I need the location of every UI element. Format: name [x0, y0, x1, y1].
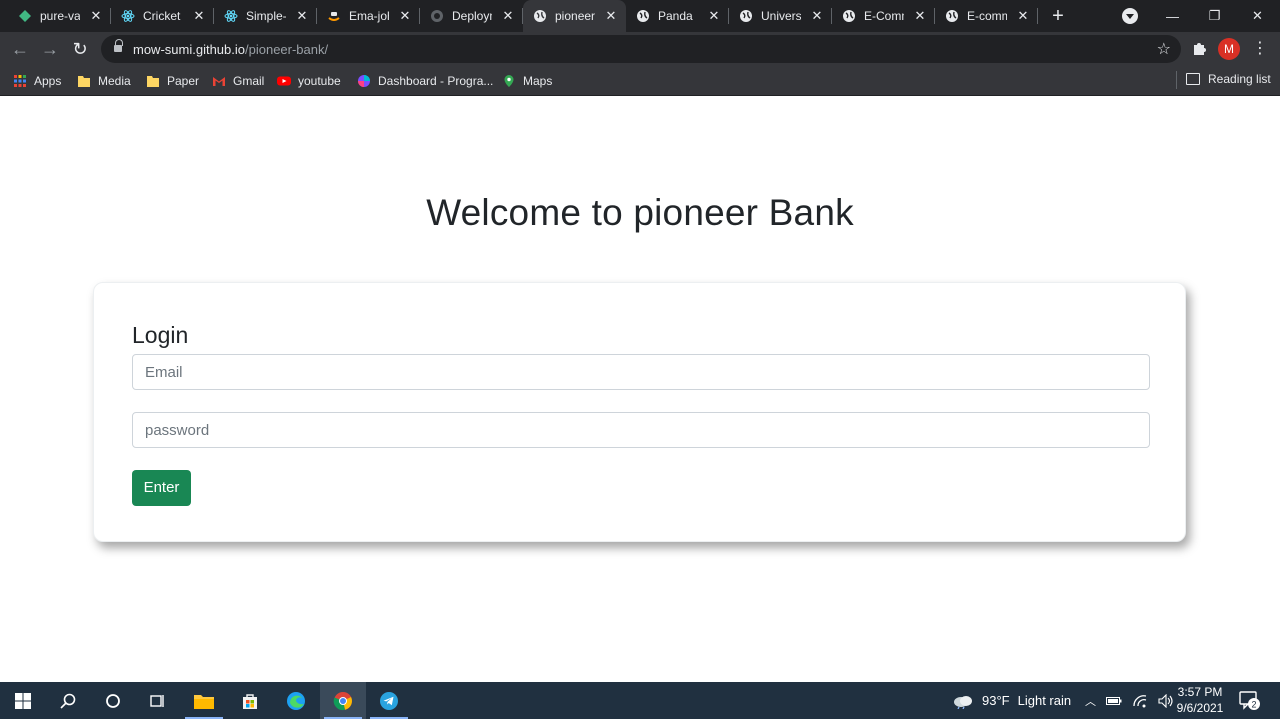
- github-icon: [430, 9, 444, 23]
- battery-icon[interactable]: [1106, 695, 1122, 707]
- page-title: Welcome to pioneer Bank: [426, 192, 854, 233]
- tab-e-commerce-2[interactable]: E-comm ✕: [935, 0, 1038, 32]
- restore-button[interactable]: ❐: [1192, 0, 1237, 32]
- bookmark-dashboard[interactable]: Dashboard - Progra...: [357, 72, 493, 90]
- telegram-icon[interactable]: [366, 682, 412, 719]
- search-icon[interactable]: [45, 682, 91, 719]
- close-tab-icon[interactable]: ✕: [913, 9, 927, 23]
- notification-center-icon[interactable]: 2: [1238, 690, 1260, 710]
- task-view-icon[interactable]: [135, 682, 181, 719]
- reading-list-icon: [1186, 73, 1200, 85]
- globe-icon: [739, 9, 753, 23]
- close-tab-icon[interactable]: ✕: [89, 9, 103, 23]
- folder-icon: [78, 76, 90, 87]
- enter-button[interactable]: Enter: [132, 470, 191, 506]
- close-tab-icon[interactable]: ✕: [192, 9, 206, 23]
- microsoft-store-icon[interactable]: [227, 682, 273, 719]
- lock-icon[interactable]: [114, 39, 123, 53]
- clock-time: 3:57 PM: [1177, 685, 1223, 699]
- bookmark-paper[interactable]: Paper: [146, 72, 199, 90]
- browser-toolbar: ← → ↻ mow-sumi.github.io/pioneer-bank/ ☆: [0, 32, 1280, 66]
- tab-pioneer[interactable]: pioneer ✕: [523, 0, 626, 32]
- login-card: Login Enter: [93, 282, 1186, 542]
- page-content: Welcome to pioneer Bank Login Enter: [0, 96, 1280, 682]
- bookmarks-bar: Apps Media Paper Gmail youtube Dashboard…: [0, 66, 1280, 96]
- tab-deployment[interactable]: Deploym ✕: [420, 0, 523, 32]
- reading-list-button[interactable]: Reading list: [1186, 72, 1271, 86]
- weather-text: Light rain: [1017, 693, 1072, 708]
- close-tab-icon[interactable]: ✕: [398, 9, 412, 23]
- weather-temp: 93°F: [982, 693, 1010, 708]
- close-tab-icon[interactable]: ✕: [707, 9, 721, 23]
- password-field[interactable]: [132, 412, 1150, 448]
- edge-icon[interactable]: [273, 682, 319, 719]
- tab-strip: pure-val ✕ Cricket T ✕ Simple-F ✕ Ema-jo…: [0, 0, 1280, 32]
- weather-widget[interactable]: 93°F Light rain: [952, 682, 1071, 719]
- globe-icon: [533, 9, 547, 23]
- folder-icon: [147, 76, 159, 87]
- globe-icon: [945, 9, 959, 23]
- amazon-icon: [327, 9, 341, 23]
- vue-icon: [18, 9, 32, 23]
- chrome-icon[interactable]: [320, 682, 366, 719]
- address-bar[interactable]: mow-sumi.github.io/pioneer-bank/ ☆: [101, 35, 1181, 63]
- close-tab-icon[interactable]: ✕: [1016, 9, 1030, 23]
- tab-university[interactable]: Universit ✕: [729, 0, 832, 32]
- kebab-menu-icon[interactable]: ⋮: [1252, 38, 1268, 60]
- maps-icon: [504, 75, 514, 87]
- reload-icon[interactable]: ↻: [69, 38, 91, 60]
- bookmark-maps[interactable]: Maps: [502, 72, 552, 90]
- minimize-button[interactable]: —: [1150, 0, 1195, 32]
- close-tab-icon[interactable]: ✕: [604, 9, 618, 23]
- bookmarks-divider: [1176, 71, 1177, 89]
- close-tab-icon[interactable]: ✕: [810, 9, 824, 23]
- close-window-button[interactable]: ✕: [1235, 0, 1280, 32]
- close-tab-icon[interactable]: ✕: [501, 9, 515, 23]
- bookmark-youtube[interactable]: youtube: [277, 72, 341, 90]
- gmail-icon: [213, 77, 225, 86]
- windows-start-icon[interactable]: [0, 682, 46, 719]
- profile-avatar[interactable]: M: [1218, 38, 1240, 60]
- notification-count: 2: [1251, 700, 1256, 710]
- bookmark-gmail[interactable]: Gmail: [212, 72, 264, 90]
- file-explorer-icon[interactable]: [181, 682, 227, 719]
- rain-cloud-icon: [954, 695, 972, 709]
- close-tab-icon[interactable]: ✕: [295, 9, 309, 23]
- tab-panda[interactable]: Panda ✕: [626, 0, 729, 32]
- chevron-up-icon[interactable]: ︿: [1085, 693, 1096, 709]
- login-title: Login: [132, 322, 189, 348]
- cortana-icon[interactable]: [90, 682, 136, 719]
- dashboard-icon: [358, 75, 370, 87]
- tab-cricket[interactable]: Cricket T ✕: [111, 0, 214, 32]
- tab-search-icon[interactable]: [1122, 8, 1138, 24]
- new-tab-button[interactable]: +: [1049, 6, 1067, 26]
- clock-date: 9/6/2021: [1176, 701, 1224, 715]
- bookmark-media[interactable]: Media: [77, 72, 131, 90]
- system-clock[interactable]: 3:57 PM 9/6/2021: [1170, 684, 1230, 716]
- back-icon[interactable]: ←: [9, 38, 31, 60]
- youtube-icon: [277, 76, 291, 86]
- globe-icon: [842, 9, 856, 23]
- react-icon: [121, 9, 135, 23]
- system-tray: ︿: [1085, 682, 1174, 719]
- extensions-puzzle-icon[interactable]: [1190, 40, 1208, 58]
- bookmark-star-icon[interactable]: ☆: [1157, 39, 1171, 59]
- tab-simple[interactable]: Simple-F ✕: [214, 0, 317, 32]
- tab-ema-john[interactable]: Ema-joh ✕: [317, 0, 420, 32]
- tab-pure-val[interactable]: pure-val ✕: [8, 0, 111, 32]
- tab-e-commerce-1[interactable]: E-Comm ✕: [832, 0, 935, 32]
- email-field[interactable]: [132, 354, 1150, 390]
- wifi-icon[interactable]: [1132, 694, 1148, 708]
- react-icon: [224, 9, 238, 23]
- url-text[interactable]: mow-sumi.github.io/pioneer-bank/: [133, 42, 328, 57]
- globe-icon: [636, 9, 650, 23]
- forward-icon[interactable]: →: [39, 38, 61, 60]
- bookmark-apps[interactable]: Apps: [13, 72, 61, 90]
- apps-grid-icon: [14, 75, 26, 87]
